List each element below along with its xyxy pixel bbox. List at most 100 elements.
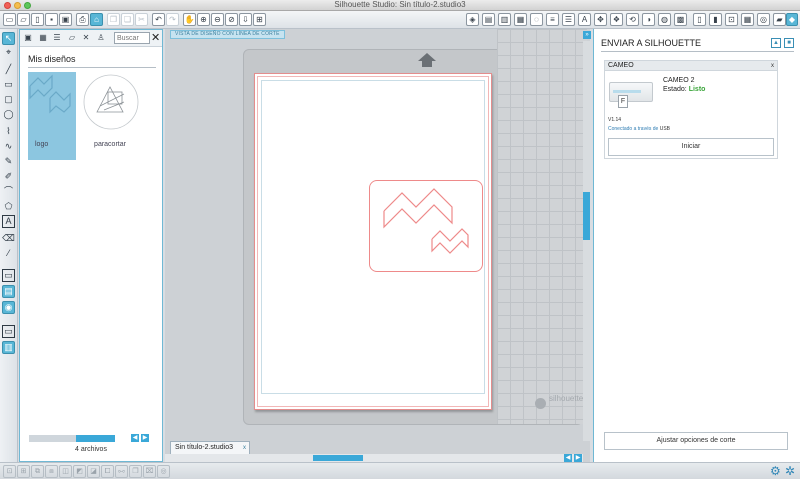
save-icon[interactable]: ▪ xyxy=(45,13,58,26)
line-icon[interactable]: ╱ xyxy=(2,63,15,76)
knife-icon[interactable]: ⁄ xyxy=(2,247,15,260)
new-folder-icon[interactable]: ▱ xyxy=(66,32,78,44)
offset-icon[interactable]: ◍ xyxy=(658,13,671,26)
group-icon[interactable]: ⊡ xyxy=(3,465,16,478)
select-all-icon[interactable]: ◎ xyxy=(157,465,170,478)
delete-object-icon[interactable]: ⌧ xyxy=(143,465,156,478)
horizontal-scrollbar[interactable] xyxy=(165,454,583,462)
polygon-shape-icon[interactable]: ⬠ xyxy=(2,200,15,213)
rectangle-icon[interactable]: ▭ xyxy=(2,78,15,91)
library-view-icon[interactable]: ▣ xyxy=(22,32,34,44)
text-style-icon[interactable]: A xyxy=(578,13,591,26)
modify-icon[interactable]: ◑ xyxy=(642,13,655,26)
zoom-out-icon[interactable]: ⊖ xyxy=(211,13,224,26)
line-width-icon[interactable]: ☰ xyxy=(562,13,575,26)
freehand-icon[interactable]: ✎ xyxy=(2,155,15,168)
text-icon[interactable]: A xyxy=(2,215,15,228)
trace-icon[interactable]: ▩ xyxy=(674,13,687,26)
view-mode-label[interactable]: VISTA DE DISEÑO CON LÍNEA DE CORTE xyxy=(170,30,285,39)
bring-front-icon[interactable]: ◩ xyxy=(73,465,86,478)
scroll-thumb[interactable] xyxy=(583,192,590,240)
send-to-silhouette-icon[interactable]: ⌂ xyxy=(90,13,103,26)
fill-gradient-icon[interactable]: ▦ xyxy=(514,13,527,26)
prev-page-button[interactable]: ◀ xyxy=(131,434,139,442)
arc-icon[interactable]: ⌒ xyxy=(2,185,15,198)
replicate-icon[interactable]: ❖ xyxy=(610,13,623,26)
fit-page-icon[interactable]: ⊞ xyxy=(253,13,266,26)
close-tab-icon[interactable]: x xyxy=(243,442,246,454)
rounded-rectangle-icon[interactable]: ▢ xyxy=(2,93,15,106)
send-panel-toggle-icon[interactable]: ◆ xyxy=(786,13,798,26)
point-edit-icon[interactable]: ⌖ xyxy=(2,46,15,59)
start-button[interactable]: Iniciar xyxy=(608,138,774,156)
grid-icon[interactable]: ▦ xyxy=(741,13,754,26)
scroll-right-button[interactable]: ▶ xyxy=(574,454,582,462)
send-back-icon[interactable]: ◪ xyxy=(87,465,100,478)
fill-pattern-icon[interactable]: ◌ xyxy=(530,13,543,26)
vertical-scrollbar[interactable] xyxy=(583,41,590,441)
page-setup-icon[interactable]: ▯ xyxy=(693,13,706,26)
document-tab[interactable]: Sin título-2.studio3 x xyxy=(170,441,250,454)
fill-color-icon[interactable]: ◈ xyxy=(466,13,479,26)
close-device-icon[interactable]: x xyxy=(771,61,774,71)
line-style-icon[interactable]: ▥ xyxy=(498,13,511,26)
adjust-cut-settings-button[interactable]: Ajustar opciones de corte xyxy=(604,432,788,450)
search-input[interactable] xyxy=(114,32,150,44)
clear-search-icon[interactable]: ✕ xyxy=(151,31,160,45)
undo-icon[interactable]: ↶ xyxy=(152,13,165,26)
print-icon[interactable]: ⎙ xyxy=(76,13,89,26)
library-icon[interactable]: ▯ xyxy=(31,13,44,26)
ellipse-icon[interactable]: ◯ xyxy=(2,108,15,121)
logo-design[interactable] xyxy=(369,180,483,272)
curve-icon[interactable]: ∿ xyxy=(2,140,15,153)
design-thumbnail-logo[interactable]: logo xyxy=(28,72,76,160)
new-document-icon[interactable]: ▭ xyxy=(3,13,16,26)
design-store-icon[interactable]: ◎ xyxy=(757,13,770,26)
registration-icon[interactable]: ⊡ xyxy=(725,13,738,26)
scroll-thumb[interactable] xyxy=(76,435,115,442)
cut-icon[interactable]: ✂ xyxy=(135,13,148,26)
library-scrollbar[interactable] xyxy=(29,435,115,442)
expand-icon[interactable]: ■ xyxy=(784,38,794,48)
draw-mode-icon[interactable]: ▭ xyxy=(2,269,15,282)
design-thumbnail-paracortar[interactable]: paracortar xyxy=(80,72,140,160)
redo-icon[interactable]: ↷ xyxy=(166,13,179,26)
ungroup-icon[interactable]: ⊞ xyxy=(17,465,30,478)
settings-gear-icon[interactable]: ⚙ xyxy=(770,464,781,479)
design-workspace[interactable]: VISTA DE DISEÑO CON LÍNEA DE CORTE silho… xyxy=(165,29,591,462)
weld-icon[interactable]: ◫ xyxy=(59,465,72,478)
collapse-icon[interactable]: ▲ xyxy=(771,38,781,48)
store-icon[interactable]: ◉ xyxy=(2,301,15,314)
align-icon[interactable]: ✥ xyxy=(594,13,607,26)
polygon-icon[interactable]: ⌇ xyxy=(2,125,15,138)
scroll-thumb[interactable] xyxy=(313,455,363,461)
zoom-fit-icon[interactable]: ⇩ xyxy=(239,13,252,26)
transform-icon[interactable]: ⟲ xyxy=(626,13,639,26)
delete-icon[interactable]: ✕ xyxy=(80,32,92,44)
collapse-panel-button[interactable]: » xyxy=(583,31,591,39)
paste-icon[interactable]: ❏ xyxy=(121,13,134,26)
layers-icon[interactable]: ▭ xyxy=(2,325,15,338)
zoom-selected-icon[interactable]: ⊘ xyxy=(225,13,238,26)
grid-view-icon[interactable]: ▦ xyxy=(37,32,49,44)
scroll-left-button[interactable]: ◀ xyxy=(564,454,572,462)
next-page-button[interactable]: ▶ xyxy=(141,434,149,442)
zoom-in-icon[interactable]: ⊕ xyxy=(197,13,210,26)
pan-icon[interactable]: ✋ xyxy=(183,13,196,26)
eraser-icon[interactable]: ⌫ xyxy=(2,232,15,245)
transparency-icon[interactable]: ≡ xyxy=(546,13,559,26)
compound-path-icon[interactable]: ⧉ xyxy=(31,465,44,478)
send-icon[interactable]: ▰ xyxy=(773,13,786,26)
cut-settings-icon[interactable]: ▮ xyxy=(709,13,722,26)
open-icon[interactable]: ▱ xyxy=(17,13,30,26)
smooth-freehand-icon[interactable]: ✐ xyxy=(2,170,15,183)
save-as-icon[interactable]: ▣ xyxy=(59,13,72,26)
panels-icon[interactable]: ▥ xyxy=(2,341,15,354)
sketch-icon[interactable]: ▤ xyxy=(2,285,15,298)
list-view-icon[interactable]: ☰ xyxy=(51,32,63,44)
preferences-gear-icon[interactable]: ✲ xyxy=(785,464,795,479)
user-icon[interactable]: ♙ xyxy=(95,32,107,44)
send-backward-icon[interactable]: ⧟ xyxy=(115,465,128,478)
release-compound-icon[interactable]: ⧈ xyxy=(45,465,58,478)
line-color-icon[interactable]: ▤ xyxy=(482,13,495,26)
